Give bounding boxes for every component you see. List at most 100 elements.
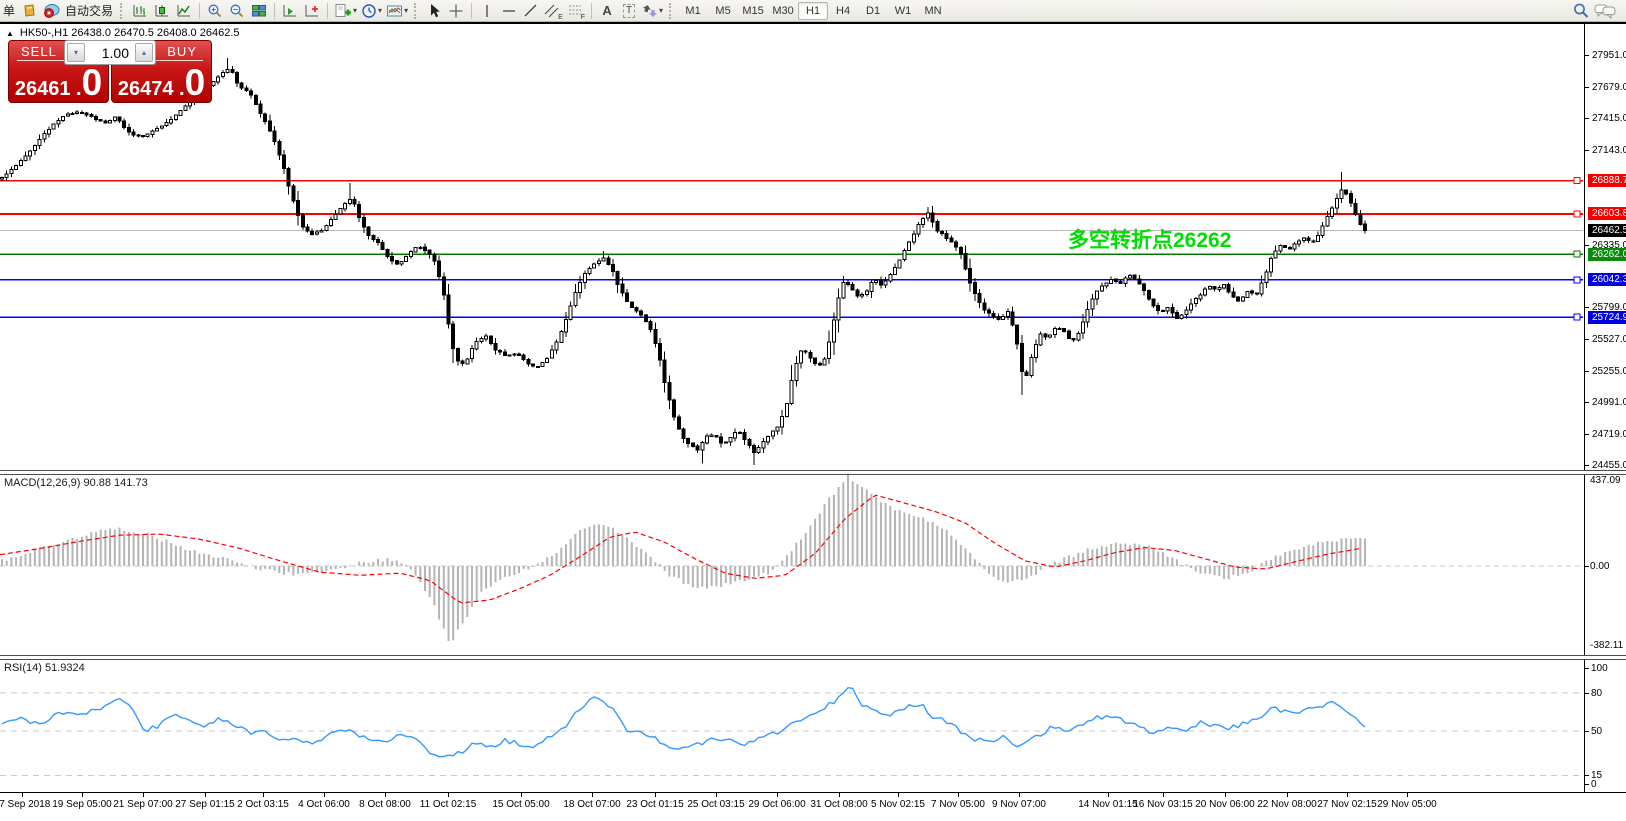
fibonacci-icon[interactable]: F (565, 1, 587, 21)
price-level-badge: 26888.7 (1588, 174, 1626, 187)
time-tick (324, 793, 325, 797)
new-order-button[interactable]: 单 (0, 2, 18, 19)
time-label: 31 Oct 08:00 (810, 799, 867, 810)
bar-chart-icon[interactable] (129, 1, 151, 21)
time-tick (1108, 793, 1109, 797)
line-chart-icon[interactable] (173, 1, 195, 21)
volume-decrease-button[interactable]: ▾ (67, 43, 85, 62)
periods-icon[interactable]: ▾ (359, 1, 384, 21)
chevron-down-icon: ▾ (404, 6, 408, 15)
tile-windows-icon[interactable] (248, 1, 270, 21)
time-tick (592, 793, 593, 797)
time-tick (716, 793, 717, 797)
text-icon[interactable]: A (596, 1, 618, 21)
chart-title: HK50-,H1 26438.0 26470.5 26408.0 26462.5 (20, 27, 240, 39)
time-tick (385, 793, 386, 797)
time-tick (1225, 793, 1226, 797)
timeframe-button-h1[interactable]: H1 (798, 2, 828, 20)
zoom-in-icon[interactable] (204, 1, 226, 21)
fibonacci-f-glyph: F (581, 14, 585, 21)
autotrading-icon[interactable] (40, 1, 62, 21)
price-axis[interactable]: 27951.027679.027415.027143.026335.025799… (1584, 24, 1626, 470)
text-label-icon[interactable]: T (618, 1, 640, 21)
macd-pane: MACD(12,26,9) 90.88 141.73 437.090.00-38… (0, 475, 1626, 655)
time-tick (898, 793, 899, 797)
channel-e-glyph: E (558, 14, 563, 21)
macd-canvas[interactable] (0, 475, 1583, 655)
time-label: 18 Oct 07:00 (563, 799, 620, 810)
zoom-out-icon[interactable] (226, 1, 248, 21)
time-tick (655, 793, 656, 797)
timeframe-button-m30[interactable]: M30 (768, 2, 798, 20)
timeframe-button-m1[interactable]: M1 (678, 2, 708, 20)
time-tick (263, 793, 264, 797)
search-icon[interactable] (1570, 1, 1592, 21)
time-label: 29 Nov 05:00 (1377, 799, 1437, 810)
time-label: 5 Nov 02:15 (871, 799, 925, 810)
volume-value[interactable]: 1.00 (87, 41, 133, 64)
time-label: 22 Nov 08:00 (1257, 799, 1317, 810)
toolbar-grip[interactable] (120, 3, 126, 19)
channel-icon[interactable]: E (542, 1, 565, 21)
time-tick (205, 793, 206, 797)
time-tick (22, 793, 23, 797)
trendline-icon[interactable] (520, 1, 542, 21)
volume-stepper: ▾ 1.00 ▴ (64, 40, 156, 65)
price-level-badge: 26603.8 (1588, 207, 1626, 220)
sell-price: 26461 .0 (9, 68, 108, 101)
candlestick-chart-icon[interactable] (151, 1, 173, 21)
chart-window: ▲ HK50-,H1 26438.0 26470.5 26408.0 26462… (0, 24, 1626, 819)
macd-label: MACD(12,26,9) 90.88 141.73 (4, 477, 148, 489)
toolbar-grip[interactable] (414, 3, 420, 19)
timeframe-group: M1M5M15M30H1H4D1W1MN (678, 2, 948, 20)
indicators-icon[interactable]: ▾ (332, 1, 359, 21)
timeframe-button-h4[interactable]: H4 (828, 2, 858, 20)
time-axis[interactable]: 17 Sep 201819 Sep 05:0021 Sep 07:0027 Se… (0, 792, 1626, 819)
price-level-badge: 26462.5 (1588, 224, 1626, 237)
time-tick (1287, 793, 1288, 797)
volume-increase-button[interactable]: ▴ (135, 43, 153, 62)
autotrading-button[interactable]: 自动交易 (62, 2, 116, 19)
time-label: 23 Oct 01:15 (626, 799, 683, 810)
mt4-terminal: 单 自动交易 (0, 0, 1626, 821)
toolbar-grip[interactable] (669, 3, 675, 19)
macd-axis[interactable]: 437.090.00-382.11 (1584, 475, 1626, 655)
price-level-badge: 25724.9 (1588, 311, 1626, 324)
chart-title-row: ▲ HK50-,H1 26438.0 26470.5 26408.0 26462… (6, 27, 240, 39)
time-label: 17 Sep 2018 (0, 799, 50, 810)
time-label: 16 Nov 03:15 (1133, 799, 1193, 810)
crosshair-icon[interactable] (445, 1, 467, 21)
timeframe-button-mn[interactable]: MN (918, 2, 948, 20)
rsi-axis[interactable]: 1008050150 (1584, 660, 1626, 792)
timeframe-button-d1[interactable]: D1 (858, 2, 888, 20)
time-label: 20 Nov 06:00 (1195, 799, 1255, 810)
rsi-canvas[interactable] (0, 660, 1583, 792)
templates-icon[interactable]: ▾ (384, 1, 410, 21)
arrows-icon[interactable]: ▾ (640, 1, 665, 21)
timeframe-button-m5[interactable]: M5 (708, 2, 738, 20)
chat-icon[interactable] (1592, 1, 1618, 21)
buy-price: 26474 .0 (112, 68, 211, 101)
timeframe-button-m15[interactable]: M15 (738, 2, 768, 20)
time-label: 21 Sep 07:00 (113, 799, 173, 810)
cursor-icon[interactable] (423, 1, 445, 21)
time-label: 4 Oct 06:00 (298, 799, 350, 810)
journal-icon[interactable] (18, 1, 40, 21)
timeframe-button-w1[interactable]: W1 (888, 2, 918, 20)
price-chart-canvas[interactable] (0, 24, 1583, 470)
time-label: 11 Oct 02:15 (420, 799, 477, 810)
time-label: 27 Nov 02:15 (1317, 799, 1377, 810)
time-label: 29 Oct 06:00 (748, 799, 805, 810)
chart-annotation-text[interactable]: 多空转折点26262 (1068, 224, 1288, 254)
one-click-trading-panel: SELL 26461 .0 BUY 26474 .0 ▾ 1.00 ▴ (8, 40, 212, 103)
vertical-line-icon[interactable] (476, 1, 498, 21)
time-label: 8 Oct 08:00 (359, 799, 411, 810)
horizontal-line-icon[interactable] (498, 1, 520, 21)
one-click-collapse-icon[interactable]: ▲ (6, 29, 14, 38)
chart-shift-icon[interactable] (301, 1, 323, 21)
time-tick (521, 793, 522, 797)
toolbar: 单 自动交易 (0, 0, 1626, 22)
auto-scroll-icon[interactable] (279, 1, 301, 21)
time-tick (143, 793, 144, 797)
chevron-down-icon: ▾ (378, 6, 382, 15)
